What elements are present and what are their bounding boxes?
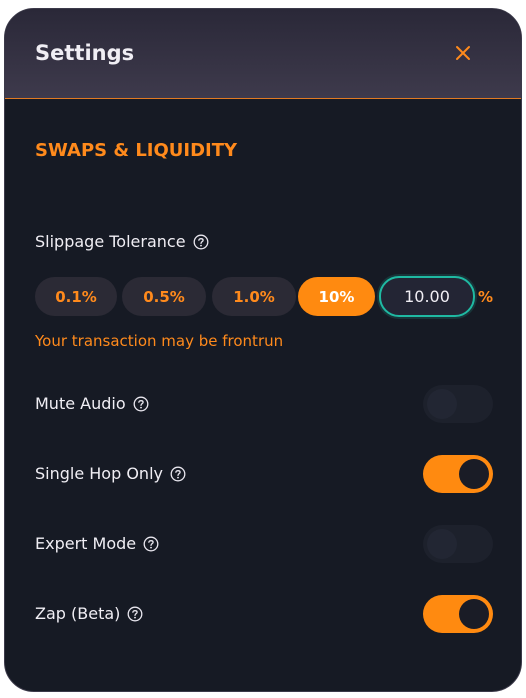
mute-audio-label: Mute Audio — [35, 394, 126, 413]
help-icon[interactable] — [127, 606, 143, 622]
toggle-knob — [427, 529, 457, 559]
slippage-tolerance-row: Slippage Tolerance — [35, 231, 209, 253]
help-icon[interactable] — [133, 396, 149, 412]
slippage-option-1-0[interactable]: 1.0% — [212, 277, 296, 316]
section-title: SWAPS & LIQUIDITY — [35, 140, 238, 161]
zap-beta-row: Zap (Beta) — [35, 603, 143, 625]
zap-beta-toggle[interactable] — [423, 595, 493, 633]
slippage-tolerance-label: Slippage Tolerance — [35, 232, 186, 251]
zap-beta-label: Zap (Beta) — [35, 604, 121, 623]
settings-modal: Settings SWAPS & LIQUIDITY Slippage Tole… — [4, 8, 522, 692]
mute-audio-row: Mute Audio — [35, 393, 149, 415]
single-hop-label: Single Hop Only — [35, 464, 163, 483]
slippage-option-10[interactable]: 10% — [298, 277, 375, 316]
modal-title: Settings — [35, 41, 135, 65]
mute-audio-toggle[interactable] — [423, 385, 493, 423]
slippage-unit: % — [478, 288, 494, 306]
help-icon[interactable] — [143, 536, 159, 552]
expert-mode-row: Expert Mode — [35, 533, 159, 555]
toggle-knob — [427, 389, 457, 419]
slippage-option-0-1[interactable]: 0.1% — [35, 277, 117, 316]
toggle-knob — [459, 459, 489, 489]
slippage-option-0-5[interactable]: 0.5% — [122, 277, 206, 316]
expert-mode-toggle[interactable] — [423, 525, 493, 563]
help-icon[interactable] — [193, 234, 209, 250]
help-icon[interactable] — [170, 466, 186, 482]
close-button[interactable] — [449, 39, 477, 67]
single-hop-toggle[interactable] — [423, 455, 493, 493]
single-hop-row: Single Hop Only — [35, 463, 186, 485]
toggle-knob — [459, 599, 489, 629]
modal-header: Settings — [5, 9, 521, 99]
frontrun-warning: Your transaction may be frontrun — [35, 332, 284, 350]
close-icon — [456, 46, 470, 60]
expert-mode-label: Expert Mode — [35, 534, 137, 553]
slippage-custom-input[interactable] — [379, 276, 475, 317]
